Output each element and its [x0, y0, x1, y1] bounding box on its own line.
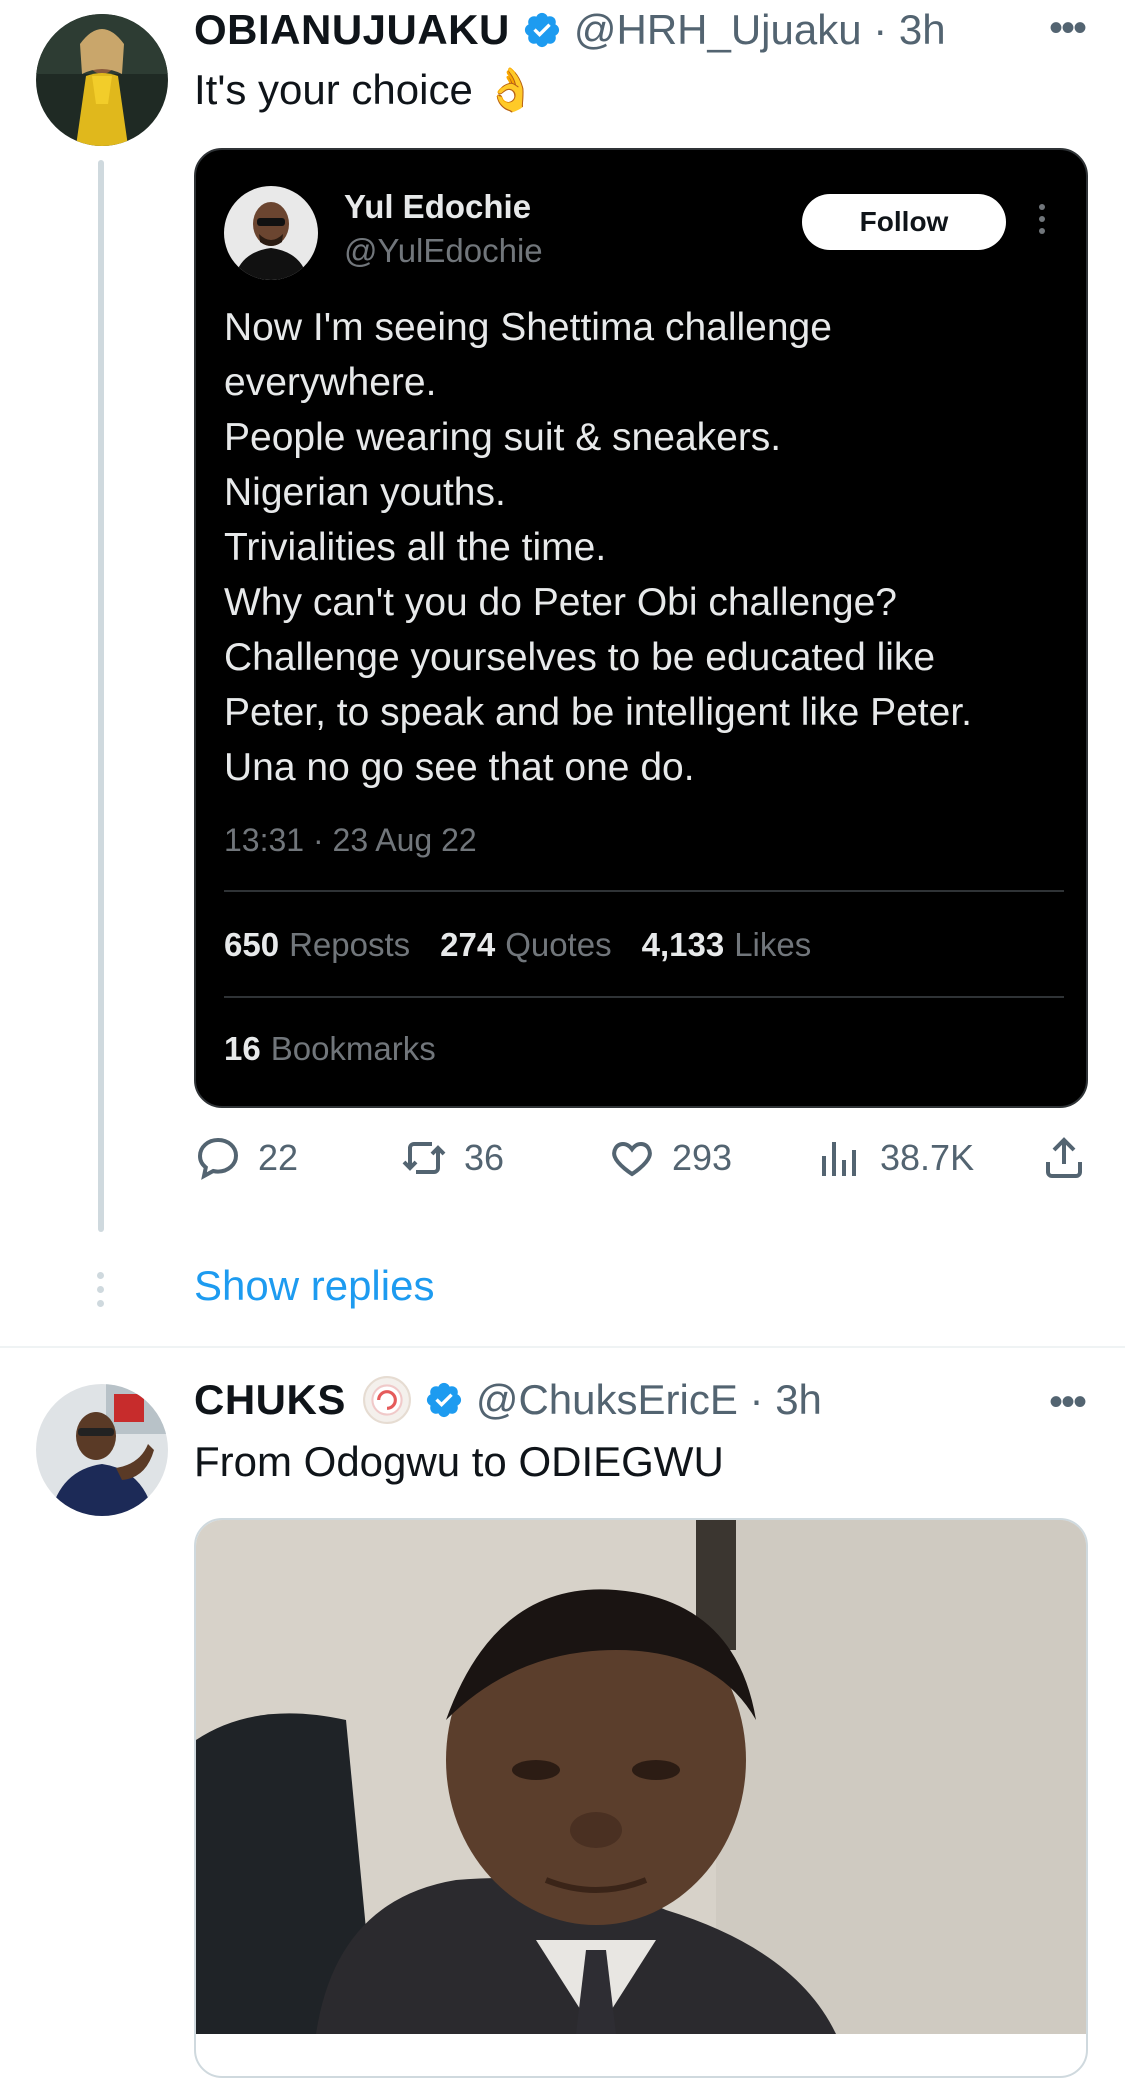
more-icon[interactable]: •••: [1049, 6, 1087, 51]
like-icon: [612, 1141, 652, 1177]
kebab-menu-icon[interactable]: [1038, 204, 1046, 244]
verified-badge-icon: [426, 1382, 461, 1418]
tweet-text: It's your choice 👌: [194, 66, 537, 113]
tweet-obianujuaku[interactable]: OBIANUJUAKU @HRH_Ujuaku · 3h ••• It's yo…: [0, 0, 1125, 1346]
retweet-count: 36: [464, 1137, 505, 1178]
avatar-yul-edochie: [224, 186, 318, 280]
more-icon[interactable]: •••: [1049, 1380, 1087, 1425]
quoted-line: Trivialities all the time.: [224, 526, 607, 569]
likes-stat: 4,133 Likes: [642, 926, 812, 964]
quoted-stats: 650 Reposts 274 Quotes 4,133 Likes: [224, 926, 811, 964]
tweet-media-image[interactable]: [194, 1518, 1088, 2078]
likes-count: 4,133: [641, 926, 725, 963]
quotes-label: Quotes: [505, 926, 612, 963]
reposts-count: 650: [224, 926, 280, 963]
divider: [224, 996, 1064, 998]
quoted-line: People wearing suit & sneakers.: [224, 416, 782, 459]
reply-count: 22: [258, 1137, 299, 1178]
views-button[interactable]: 38.7K: [816, 1130, 974, 1186]
share-button[interactable]: [1040, 1130, 1104, 1186]
quoted-line: everywhere.: [224, 361, 437, 404]
quoted-tweet-body: Now I'm seeing Shettima challenge everyw…: [224, 300, 1064, 795]
handle-and-time[interactable]: @HRH_Ujuaku · 3h: [574, 6, 946, 54]
quoted-line: Nigerian youths.: [224, 471, 506, 514]
avatar-obianujuaku[interactable]: [36, 14, 168, 146]
views-count: 38.7K: [880, 1137, 975, 1178]
quoted-line: Now I'm seeing Shettima challenge: [224, 306, 832, 349]
retweet-icon: [402, 1142, 446, 1174]
bookmarks-label: Bookmarks: [270, 1030, 436, 1067]
quoted-handle: @YulEdochie: [344, 232, 543, 269]
quoted-line: Una no go see that one do.: [224, 746, 695, 789]
likes-label: Likes: [734, 926, 812, 963]
quoted-line: Peter, to speak and be intelligent like …: [224, 691, 972, 734]
embedded-tweet-screenshot[interactable]: Yul Edochie @YulEdochie Follow Now I'm s…: [194, 148, 1088, 1108]
show-replies-link[interactable]: Show replies: [194, 1262, 434, 1310]
quoted-timestamp: 13:31 · 23 Aug 22: [224, 822, 477, 858]
quotes-stat: 274 Quotes: [440, 926, 611, 964]
like-count: 293: [672, 1137, 733, 1178]
tweet-action-bar: 22 36 293 38.7K: [194, 1130, 1088, 1186]
thread-line: [98, 160, 104, 1232]
quoted-line: Challenge yourselves to be educated like: [224, 636, 936, 679]
like-button[interactable]: 293: [608, 1130, 732, 1186]
tweet-header: CHUKS @ChuksEricE · 3h: [194, 1370, 822, 1430]
bookmarks-count: 16: [224, 1030, 261, 1067]
sticker-icon: [362, 1376, 411, 1424]
thread-dots: [97, 1272, 105, 1314]
tweet-text: From Odogwu to ODIEGWU: [194, 1438, 724, 1485]
follow-button[interactable]: Follow: [802, 194, 1006, 250]
reposts-stat: 650 Reposts: [224, 926, 410, 964]
quoted-line: Why can't you do Peter Obi challenge?: [224, 581, 897, 624]
verified-badge-icon: [524, 12, 559, 48]
quoted-display-name: Yul Edochie: [344, 188, 532, 225]
display-name[interactable]: OBIANUJUAKU: [194, 6, 510, 54]
reply-icon: [197, 1137, 239, 1180]
bookmarks-stat: 16 Bookmarks: [224, 1030, 436, 1068]
avatar-chuks[interactable]: [36, 1384, 168, 1516]
reposts-label: Reposts: [289, 926, 411, 963]
views-icon: [822, 1142, 856, 1176]
share-icon: [1046, 1137, 1082, 1178]
tweet-header: OBIANUJUAKU @HRH_Ujuaku · 3h: [194, 0, 946, 60]
divider: [224, 890, 1064, 892]
quotes-count: 274: [440, 926, 496, 963]
retweet-button[interactable]: 36: [400, 1130, 504, 1186]
reply-button[interactable]: 22: [194, 1130, 298, 1186]
handle-and-time[interactable]: @ChuksEricE · 3h: [476, 1376, 822, 1424]
display-name[interactable]: CHUKS: [194, 1376, 346, 1424]
